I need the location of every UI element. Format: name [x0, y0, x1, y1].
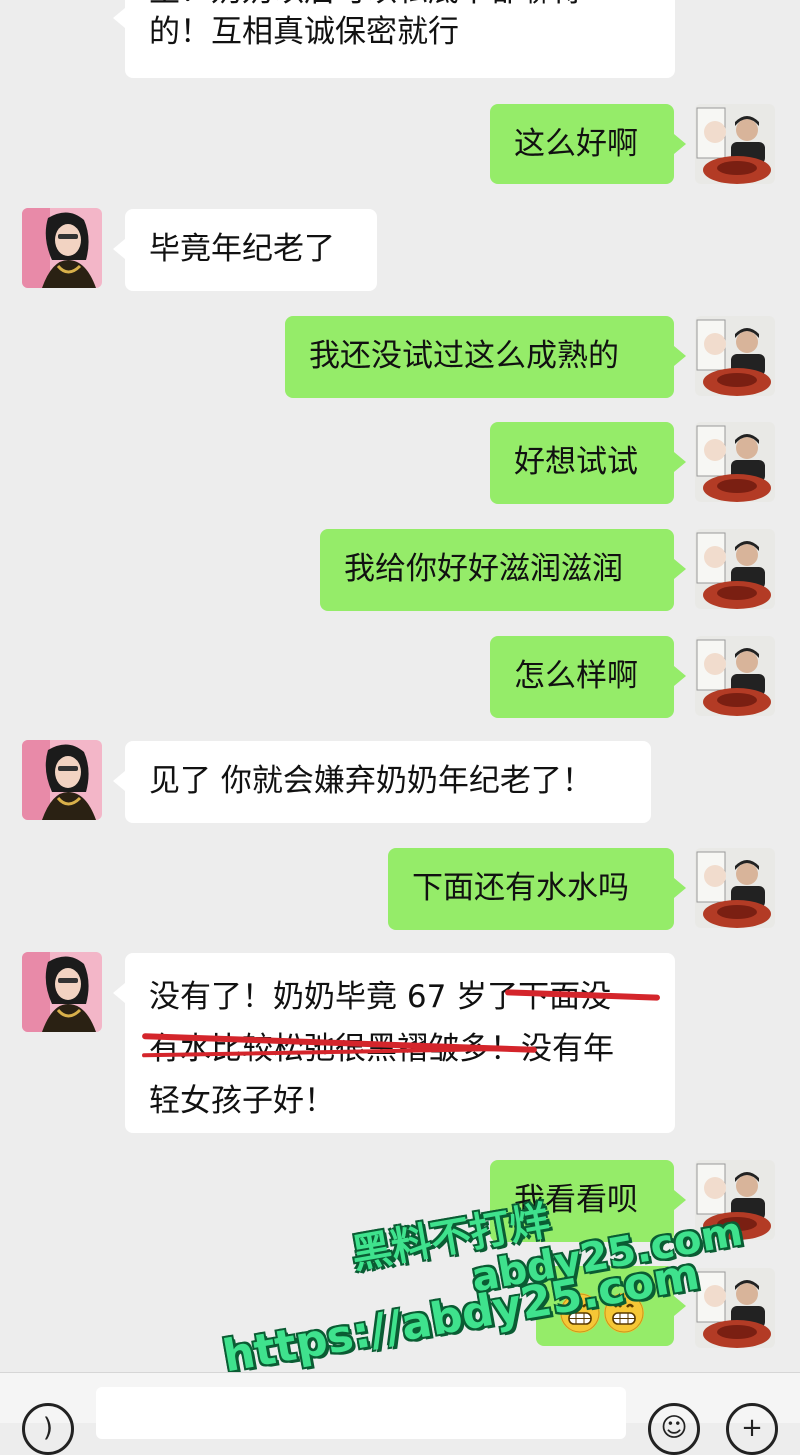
message-text-line: 生！奶奶以后可以私底下都聊得 — [149, 0, 651, 10]
message-text: 毕竟年纪老了 — [149, 231, 335, 267]
incoming-message-bubble[interactable]: 生！奶奶以后可以私底下都聊得 的！互相真诚保密就行 — [113, 0, 675, 78]
my-avatar[interactable] — [695, 848, 775, 928]
my-avatar[interactable] — [695, 636, 775, 716]
my-avatar[interactable] — [695, 529, 775, 609]
message-text: 我给你好好滋润滋润 — [344, 551, 623, 587]
message-text-line: 的！互相真诚保密就行 — [149, 14, 459, 50]
message-text: 这么好啊 — [514, 126, 638, 162]
outgoing-message-bubble[interactable]: 下面还有水水吗 — [388, 848, 686, 930]
contact-avatar-image — [22, 952, 102, 1032]
outgoing-message-bubble[interactable]: 好想试试 — [490, 422, 686, 504]
emoji-icon[interactable]: ☺ — [648, 1403, 700, 1455]
my-avatar-image — [695, 848, 775, 928]
message-text: 我还没试过这么成熟的 — [309, 338, 619, 374]
outgoing-message-bubble[interactable]: 我还没试过这么成熟的 — [285, 316, 686, 398]
contact-avatar[interactable] — [22, 740, 102, 820]
message-text-line: 轻女孩子好！ — [149, 1083, 335, 1119]
my-avatar-image — [695, 636, 775, 716]
contact-avatar-image — [22, 208, 102, 288]
my-avatar[interactable] — [695, 422, 775, 502]
message-input-bar: ) ☺ + — [0, 1372, 800, 1455]
contact-avatar[interactable] — [22, 208, 102, 288]
my-avatar-image — [695, 1268, 775, 1348]
contact-avatar[interactable] — [22, 952, 102, 1032]
my-avatar[interactable] — [695, 104, 775, 184]
message-text: 下面还有水水吗 — [412, 870, 629, 906]
incoming-message-bubble[interactable]: 见了 你就会嫌弃奶奶年纪老了！ — [113, 741, 651, 823]
message-text: 见了 你就会嫌弃奶奶年纪老了！ — [149, 763, 593, 799]
contact-avatar-image — [22, 740, 102, 820]
my-avatar-image — [695, 422, 775, 502]
my-avatar[interactable] — [695, 1268, 775, 1348]
my-avatar[interactable] — [695, 316, 775, 396]
incoming-message-bubble[interactable]: 毕竟年纪老了 — [113, 209, 377, 291]
outgoing-message-bubble[interactable]: 我给你好好滋润滋润 — [320, 529, 686, 611]
my-avatar-image — [695, 104, 775, 184]
outgoing-message-bubble[interactable]: 怎么样啊 — [490, 636, 686, 718]
add-icon[interactable]: + — [726, 1403, 778, 1455]
outgoing-message-bubble[interactable]: 这么好啊 — [490, 104, 686, 184]
message-input[interactable] — [96, 1387, 626, 1439]
chat-area[interactable]: 生！奶奶以后可以私底下都聊得 的！互相真诚保密就行 这么好啊 — [0, 0, 800, 1382]
my-avatar-image — [695, 529, 775, 609]
my-avatar-image — [695, 316, 775, 396]
voice-input-icon[interactable]: ) — [22, 1403, 74, 1455]
message-text: 怎么样啊 — [514, 658, 638, 694]
message-text: 好想试试 — [514, 444, 638, 480]
